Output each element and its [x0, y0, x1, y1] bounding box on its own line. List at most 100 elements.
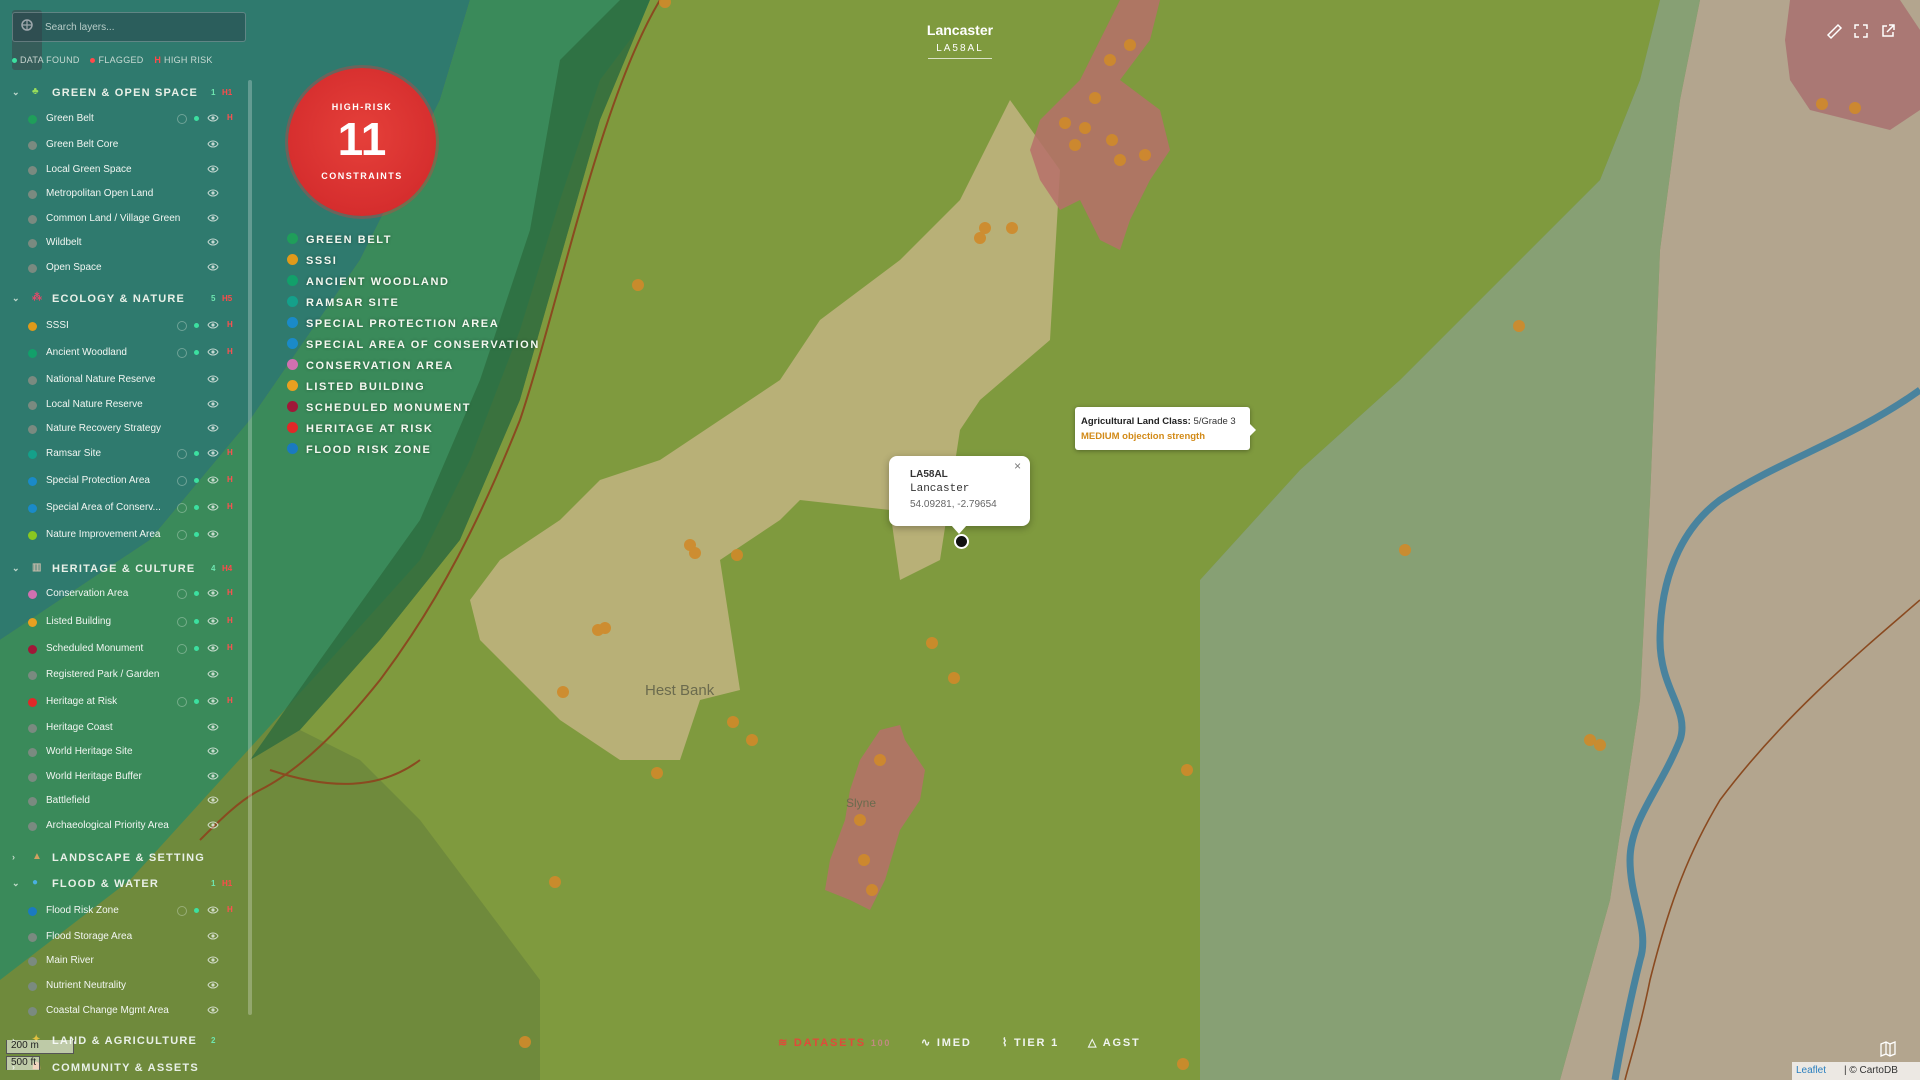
layer-row[interactable]: World Heritage Site: [28, 744, 243, 762]
eye-icon[interactable]: [207, 374, 219, 387]
layer-row[interactable]: Flood Risk Zone H: [28, 903, 243, 921]
layer-row[interactable]: Ramsar Site H: [28, 446, 243, 464]
layer-group-header[interactable]: ⌄ ● FLOOD & WATER 1 H1: [10, 876, 242, 894]
info-icon[interactable]: [177, 476, 187, 486]
layer-row[interactable]: Conservation Area H: [28, 586, 243, 604]
info-icon[interactable]: [177, 617, 187, 627]
layer-group-header[interactable]: › ▲ LANDSCAPE & SETTING: [10, 850, 242, 868]
eye-icon[interactable]: [207, 423, 219, 436]
eye-icon[interactable]: [207, 955, 219, 968]
eye-icon[interactable]: [207, 347, 219, 360]
layer-group-header[interactable]: ⌄ ♣ GREEN & OPEN SPACE 1 H1: [10, 85, 242, 103]
info-icon[interactable]: [177, 644, 187, 654]
info-icon[interactable]: [177, 348, 187, 358]
layer-row[interactable]: Listed Building H: [28, 614, 243, 632]
info-icon[interactable]: [177, 589, 187, 599]
layer-row[interactable]: Special Protection Area H: [28, 473, 243, 491]
eye-icon[interactable]: [207, 931, 219, 944]
eye-icon[interactable]: [207, 905, 219, 918]
layer-row[interactable]: Coastal Change Mgmt Area: [28, 1003, 243, 1021]
search-input[interactable]: [43, 17, 242, 37]
eye-icon[interactable]: [207, 399, 219, 412]
chevron-down-icon[interactable]: ⌄: [12, 293, 21, 304]
eye-icon[interactable]: [207, 213, 219, 226]
eye-icon[interactable]: [207, 139, 219, 152]
eye-icon[interactable]: [207, 616, 219, 629]
sidebar-scrollbar[interactable]: [248, 80, 252, 1015]
layer-row[interactable]: Green Belt Core: [28, 137, 243, 155]
layer-row[interactable]: SSSI H: [28, 318, 243, 336]
info-icon[interactable]: [177, 114, 187, 124]
layer-row[interactable]: Flood Storage Area: [28, 929, 243, 947]
layer-row[interactable]: Scheduled Monument H: [28, 641, 243, 659]
location-marker[interactable]: [954, 534, 969, 549]
droplet-icon: ●: [32, 877, 40, 888]
agst-button[interactable]: △ AGST: [1088, 1036, 1140, 1049]
eye-icon[interactable]: [207, 820, 219, 833]
eye-icon[interactable]: [207, 795, 219, 808]
layer-group-header[interactable]: ⌄ ▥ HERITAGE & CULTURE 4 H4: [10, 561, 242, 579]
eye-icon[interactable]: [207, 262, 219, 275]
layer-row[interactable]: Green Belt H: [28, 111, 243, 129]
layer-row[interactable]: Nutrient Neutrality: [28, 978, 243, 996]
layer-row[interactable]: Nature Recovery Strategy: [28, 421, 243, 439]
popup-close-button[interactable]: ×: [1014, 460, 1021, 474]
eye-icon[interactable]: [207, 771, 219, 784]
eye-icon[interactable]: [207, 722, 219, 735]
eye-icon[interactable]: [207, 588, 219, 601]
layer-row[interactable]: Heritage Coast: [28, 720, 243, 738]
layer-row[interactable]: Local Green Space: [28, 162, 243, 180]
eye-icon[interactable]: [207, 502, 219, 515]
layer-row[interactable]: World Heritage Buffer: [28, 769, 243, 787]
eye-icon[interactable]: [207, 237, 219, 250]
info-icon[interactable]: [177, 449, 187, 459]
eye-icon[interactable]: [207, 475, 219, 488]
info-icon[interactable]: [177, 906, 187, 916]
eye-icon[interactable]: [207, 164, 219, 177]
info-icon[interactable]: [177, 530, 187, 540]
datasets-button[interactable]: ≋ DATASETS 100: [778, 1036, 891, 1049]
ruler-icon[interactable]: [1825, 22, 1843, 40]
eye-icon[interactable]: [207, 448, 219, 461]
layer-row[interactable]: Battlefield: [28, 793, 243, 811]
layer-row[interactable]: Wildbelt: [28, 235, 243, 253]
chevron-down-icon[interactable]: ⌄: [12, 87, 21, 98]
layer-color-dot: [28, 401, 37, 410]
layer-name: Nature Recovery Strategy: [46, 423, 162, 434]
imed-button[interactable]: ∿ IMED: [921, 1036, 972, 1049]
eye-icon[interactable]: [207, 320, 219, 333]
layer-row[interactable]: Heritage at Risk H: [28, 694, 243, 712]
layer-row[interactable]: Archaeological Priority Area: [28, 818, 243, 836]
chevron-down-icon[interactable]: ⌄: [12, 878, 21, 889]
eye-icon[interactable]: [207, 980, 219, 993]
layer-row[interactable]: Metropolitan Open Land: [28, 186, 243, 204]
layer-row[interactable]: Open Space: [28, 260, 243, 278]
eye-icon[interactable]: [207, 529, 219, 542]
map-icon[interactable]: [1879, 1040, 1897, 1058]
chevron-down-icon[interactable]: ⌄: [12, 563, 21, 574]
layer-row[interactable]: Nature Improvement Area: [28, 527, 243, 545]
chevron-right-icon[interactable]: ›: [12, 852, 16, 862]
layer-row[interactable]: Main River: [28, 953, 243, 971]
layer-group-header[interactable]: ⌄ ⁂ ECOLOGY & NATURE 5 H5: [10, 291, 242, 309]
layer-row[interactable]: Local Nature Reserve: [28, 397, 243, 415]
layer-row[interactable]: Special Area of Conserv... H: [28, 500, 243, 518]
eye-icon[interactable]: [207, 746, 219, 759]
info-icon[interactable]: [177, 321, 187, 331]
layer-row[interactable]: Registered Park / Garden: [28, 667, 243, 685]
fullscreen-icon[interactable]: [1852, 22, 1870, 40]
info-icon[interactable]: [177, 503, 187, 513]
eye-icon[interactable]: [207, 188, 219, 201]
eye-icon[interactable]: [207, 113, 219, 126]
eye-icon[interactable]: [207, 696, 219, 709]
eye-icon[interactable]: [207, 643, 219, 656]
eye-icon[interactable]: [207, 669, 219, 682]
leaflet-link[interactable]: Leaflet: [1796, 1065, 1826, 1076]
layer-row[interactable]: Common Land / Village Green: [28, 211, 243, 229]
layer-row[interactable]: Ancient Woodland H: [28, 345, 243, 363]
info-icon[interactable]: [177, 697, 187, 707]
tier-button[interactable]: ⌇ TIER 1: [1002, 1036, 1059, 1049]
layer-row[interactable]: National Nature Reserve: [28, 372, 243, 390]
eye-icon[interactable]: [207, 1005, 219, 1018]
external-link-icon[interactable]: [1879, 22, 1897, 40]
